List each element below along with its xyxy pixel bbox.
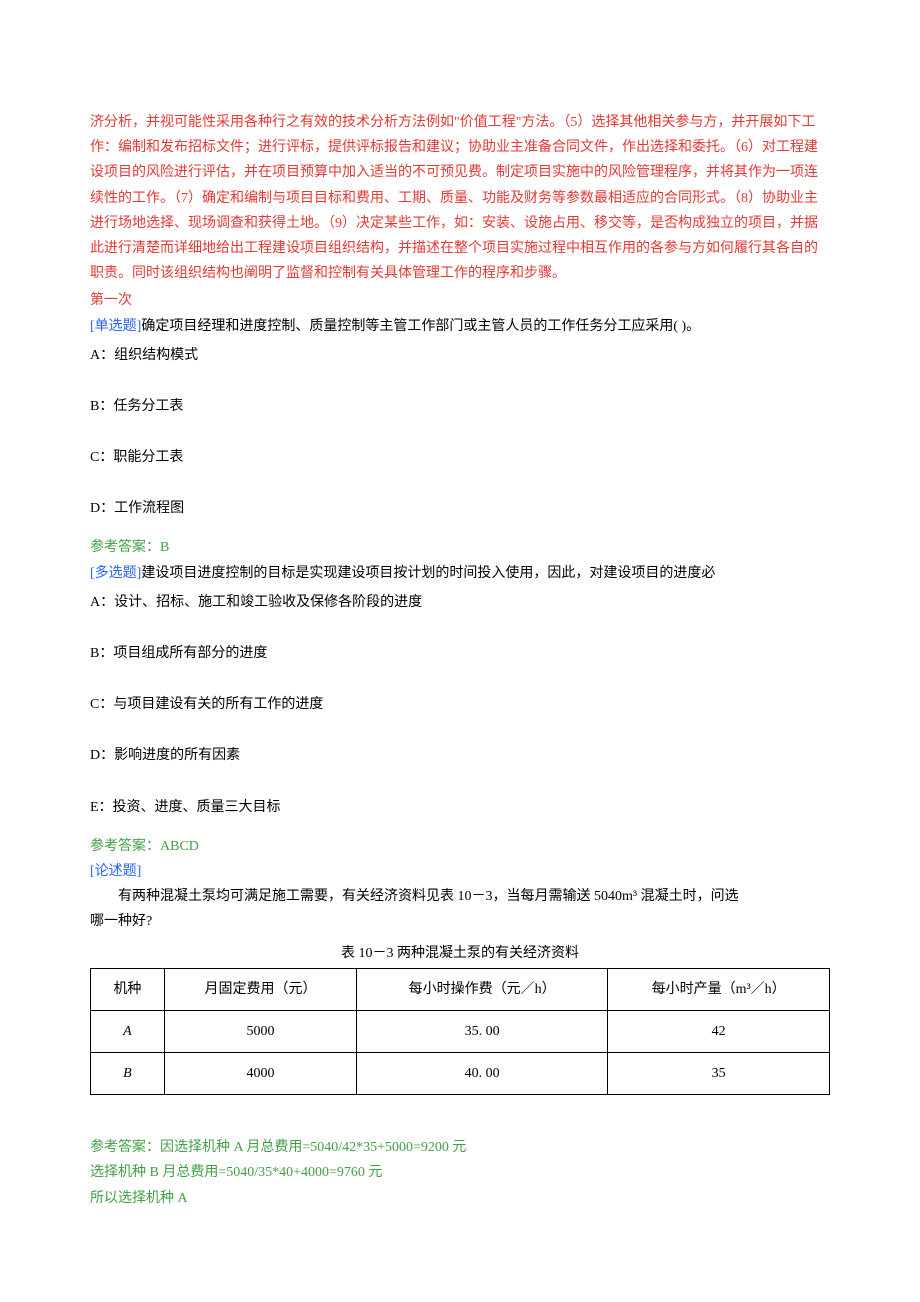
- cell-op-cost: 35. 00: [357, 1010, 608, 1052]
- table-caption: 表 10－3 两种混凝土泵的有关经济资料: [90, 941, 830, 966]
- question-3: [论述题] 有两种混凝土泵均可满足施工需要，有关经济资料见表 10－3，当每月需…: [90, 859, 830, 1211]
- option-c: C：职能分工表: [90, 445, 830, 470]
- option-e: E：投资、进度、质量三大目标: [90, 795, 830, 820]
- cell-fixed-cost: 4000: [164, 1053, 356, 1095]
- option-d: D：工作流程图: [90, 496, 830, 521]
- intro-paragraph: 济分析，并视可能性采用各种行之有效的技术分析方法例如"价值工程"方法。（5）选择…: [90, 110, 830, 286]
- col-output: 每小时产量（m³／h）: [608, 968, 830, 1010]
- answer-label: 参考答案：: [90, 839, 160, 854]
- cell-fixed-cost: 5000: [164, 1010, 356, 1052]
- option-c: C：与项目建设有关的所有工作的进度: [90, 692, 830, 717]
- option-a: A：设计、招标、施工和竣工验收及保修各阶段的进度: [90, 590, 830, 615]
- question-stem-line2: 哪一种好?: [90, 909, 830, 934]
- answer-label: 参考答案：: [90, 540, 160, 555]
- answer-line: 参考答案：ABCD: [90, 834, 830, 859]
- option-a: A：组织结构模式: [90, 343, 830, 368]
- question-stem: 建设项目进度控制的目标是实现建设项目按计划的时间投入使用，因此，对建设项目的进度…: [141, 566, 715, 581]
- table-header-row: 机种 月固定费用（元） 每小时操作费（元／h） 每小时产量（m³／h）: [91, 968, 830, 1010]
- discussion-answer: 参考答案：因选择机种 A 月总费用=5040/42*35+5000=9200 元…: [90, 1135, 830, 1211]
- cell-op-cost: 40. 00: [357, 1053, 608, 1095]
- option-b: B：项目组成所有部分的进度: [90, 641, 830, 666]
- answer-value: B: [160, 540, 169, 555]
- question-2: [多选题]建设项目进度控制的目标是实现建设项目按计划的时间投入使用，因此，对建设…: [90, 561, 830, 859]
- question-tag: [论述题]: [90, 859, 830, 884]
- answer-value: ABCD: [160, 839, 199, 854]
- cell-machine: A: [91, 1010, 165, 1052]
- question-tag: [单选题]: [90, 319, 141, 334]
- option-b: B：任务分工表: [90, 394, 830, 419]
- question-stem-line1: 有两种混凝土泵均可满足施工需要，有关经济资料见表 10－3，当每月需输送 504…: [90, 884, 830, 909]
- cell-machine: B: [91, 1053, 165, 1095]
- answer-line-2: 选择机种 B 月总费用=5040/35*40+4000=9760 元: [90, 1160, 830, 1185]
- table-row: B 4000 40. 00 35: [91, 1053, 830, 1095]
- col-fixed-cost: 月固定费用（元）: [164, 968, 356, 1010]
- answer-line-1: 参考答案：因选择机种 A 月总费用=5040/42*35+5000=9200 元: [90, 1135, 830, 1160]
- answer-line: 参考答案：B: [90, 535, 830, 560]
- col-op-cost: 每小时操作费（元／h）: [357, 968, 608, 1010]
- chart-table: 表 10－3 两种混凝土泵的有关经济资料 机种 月固定费用（元） 每小时操作费（…: [90, 941, 830, 1096]
- question-stem: 确定项目经理和进度控制、质量控制等主管工作部门或主管人员的工作任务分工应采用( …: [141, 319, 700, 334]
- answer-line-3: 所以选择机种 A: [90, 1186, 830, 1211]
- option-d: D：影响进度的所有因素: [90, 743, 830, 768]
- section-title: 第一次: [90, 288, 830, 313]
- cell-output: 35: [608, 1053, 830, 1095]
- question-tag: [多选题]: [90, 566, 141, 581]
- cell-output: 42: [608, 1010, 830, 1052]
- col-machine: 机种: [91, 968, 165, 1010]
- data-table: 机种 月固定费用（元） 每小时操作费（元／h） 每小时产量（m³／h） A 50…: [90, 968, 830, 1096]
- document-page: 济分析，并视可能性采用各种行之有效的技术分析方法例如"价值工程"方法。（5）选择…: [0, 0, 920, 1291]
- question-1: [单选题]确定项目经理和进度控制、质量控制等主管工作部门或主管人员的工作任务分工…: [90, 314, 830, 561]
- table-row: A 5000 35. 00 42: [91, 1010, 830, 1052]
